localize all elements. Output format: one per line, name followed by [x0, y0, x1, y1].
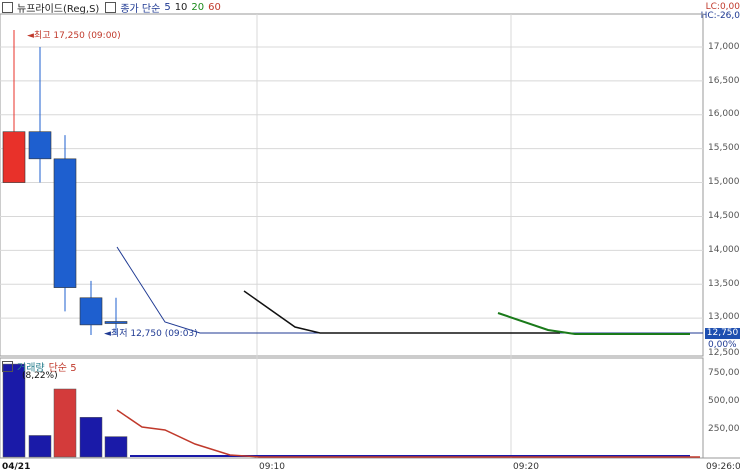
candle-body — [79, 297, 103, 326]
low-annotation: ◄최저 12,750 (09:03) — [104, 326, 198, 339]
price-tick: 16,500 — [708, 76, 740, 86]
high-annotation-text: 최고 17,250 (09:00) — [33, 31, 121, 41]
ma10-line — [243, 290, 560, 334]
time-tick: 09:10 — [259, 462, 285, 472]
ma5-line — [116, 246, 703, 334]
candle-body — [104, 321, 128, 324]
price-pane — [0, 13, 704, 357]
volume-bar — [104, 436, 128, 458]
price-chart[interactable] — [0, 0, 740, 475]
price-tick: 15,000 — [708, 177, 740, 187]
price-tick: 14,500 — [708, 211, 740, 221]
volume-checkbox[interactable] — [2, 360, 13, 372]
volume-ma-line — [116, 409, 700, 458]
time-tick: 09:20 — [513, 462, 539, 472]
date-label: 04/21 — [2, 462, 31, 472]
price-tick: 16,000 — [708, 109, 740, 119]
time-tick: 09:26:0 — [706, 462, 740, 472]
volume-bar — [79, 417, 103, 458]
candle-body — [28, 131, 52, 160]
high-annotation: ◄최고 17,250 (09:00) — [27, 28, 121, 41]
price-tick: 13,500 — [708, 279, 740, 289]
volume-tick: 500,000 — [708, 396, 740, 406]
volume-bar — [53, 388, 77, 458]
candle-body — [2, 131, 26, 183]
price-tick: 15,500 — [708, 143, 740, 153]
low-annotation-text: 최저 12,750 (09:03) — [110, 329, 198, 339]
volume-pct: (8,22%) — [22, 371, 58, 381]
volume-tick: 250,000 — [708, 424, 740, 434]
price-tick: 12,500 — [708, 348, 740, 358]
arrow-left-icon: ◄ — [27, 31, 34, 41]
volume-tick: 750,000 — [708, 368, 740, 378]
current-price-tag: 12,750 — [705, 328, 740, 339]
price-tick: 13,000 — [708, 312, 740, 322]
arrow-left-icon: ◄ — [104, 329, 111, 339]
volume-bar — [28, 435, 52, 458]
candle-body — [53, 158, 77, 288]
price-tick: 17,000 — [708, 42, 740, 52]
price-tick: 14,000 — [708, 245, 740, 255]
ma20-line — [497, 312, 690, 335]
